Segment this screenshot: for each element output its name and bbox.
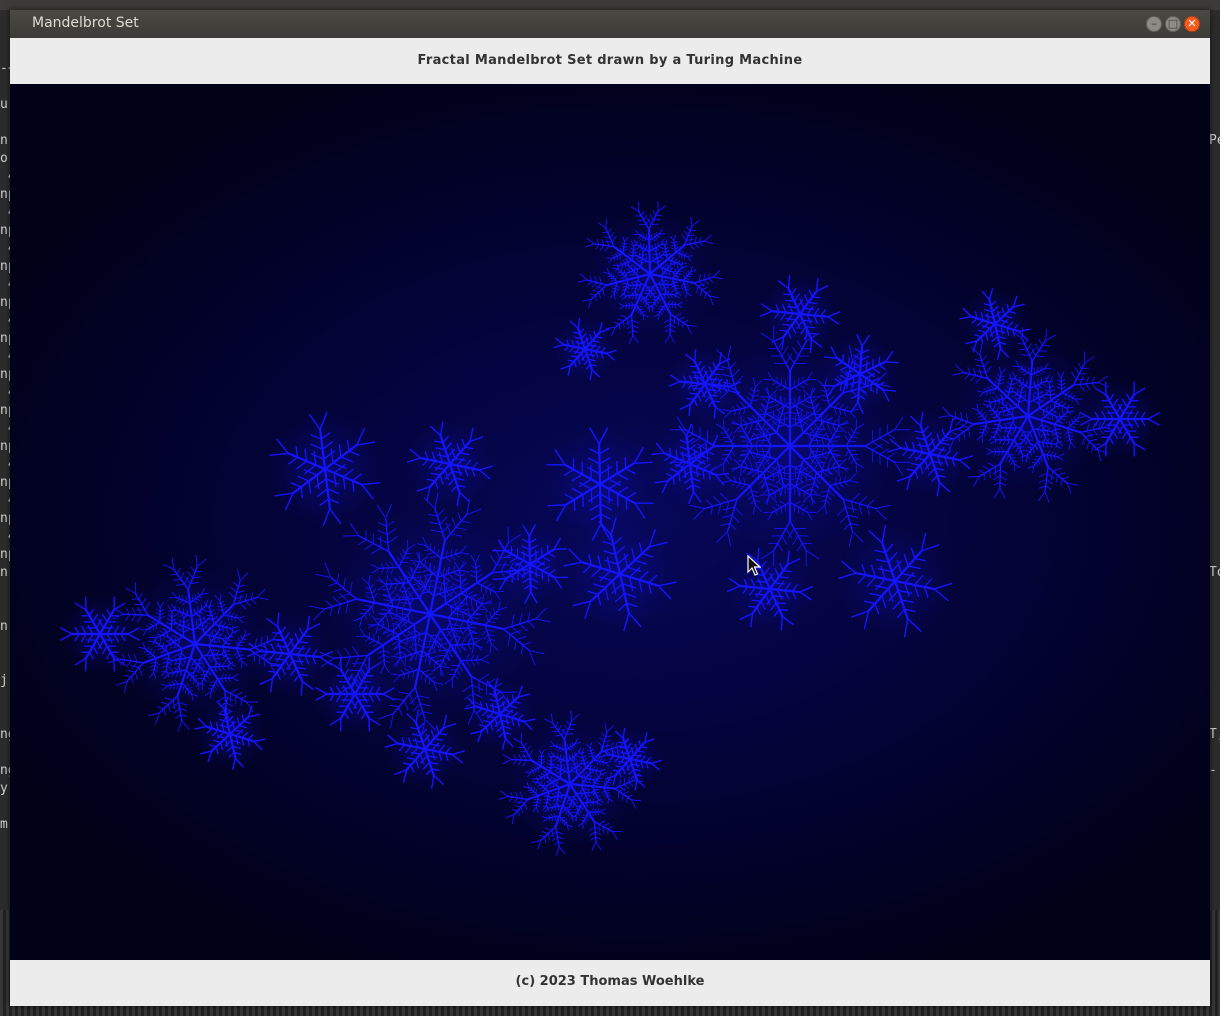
maximize-icon: □ bbox=[1167, 17, 1179, 30]
fractal-canvas[interactable] bbox=[10, 84, 1210, 960]
window-controls: – □ ✕ bbox=[1146, 16, 1200, 32]
window-title: Mandelbrot Set bbox=[32, 15, 139, 31]
close-button[interactable]: ✕ bbox=[1184, 16, 1200, 32]
window-titlebar[interactable]: Mandelbrot Set – □ ✕ bbox=[10, 10, 1210, 38]
app-window: Mandelbrot Set – □ ✕ Fractal Mandelbrot … bbox=[10, 10, 1210, 1006]
fractal-image bbox=[60, 201, 1160, 856]
copyright-text: (c) 2023 Thomas Woehlke bbox=[515, 974, 705, 989]
desktop-top-strip bbox=[0, 0, 1220, 10]
minimize-button[interactable]: – bbox=[1146, 16, 1162, 32]
footer-bar: (c) 2023 Thomas Woehlke bbox=[10, 960, 1210, 1006]
header-bar: Fractal Mandelbrot Set drawn by a Turing… bbox=[10, 38, 1210, 84]
mouse-pointer-icon bbox=[747, 555, 761, 576]
close-icon: ✕ bbox=[1187, 17, 1197, 30]
minimize-icon: – bbox=[1151, 17, 1157, 30]
maximize-button[interactable]: □ bbox=[1165, 16, 1181, 32]
background-terminal-right-text: Pe To T, - bbox=[1209, 133, 1220, 778]
page-title: Fractal Mandelbrot Set drawn by a Turing… bbox=[417, 53, 803, 68]
